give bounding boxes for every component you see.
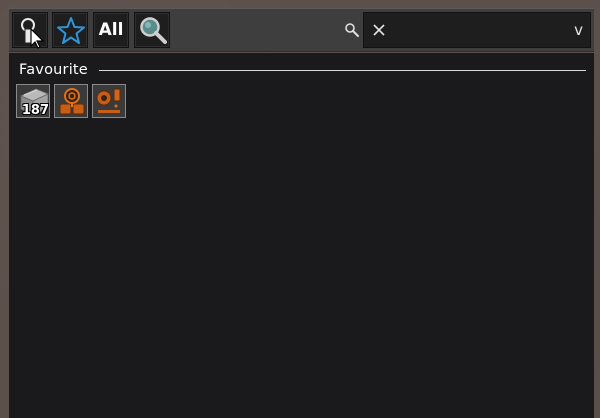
close-icon[interactable] [372,23,386,37]
pipette-button[interactable] [12,12,48,49]
search-box[interactable]: v [363,12,591,48]
search-mode-button[interactable] [134,12,170,48]
window-frame: All v Favourite 187 [0,0,600,418]
all-button[interactable]: All [93,12,129,48]
orange-component-icon [96,88,121,113]
items-panel: Favourite 187 [9,53,594,418]
magnifier-icon [140,17,167,44]
item-count: 187 [21,103,49,118]
item-slot[interactable]: 187 [16,84,50,118]
pipette-cursor-icon [21,18,45,49]
search-input[interactable] [394,17,558,45]
all-button-label: All [98,20,124,40]
toolbar: All v [9,8,594,52]
item-slot[interactable] [92,84,126,118]
search-icon [345,23,359,37]
star-icon [57,17,85,44]
favourites-button[interactable] [52,12,88,48]
item-slot[interactable] [54,84,88,118]
section-title: Favourite [19,62,88,78]
search-dropdown-toggle[interactable]: v [574,21,583,39]
orange-machine-icon [59,88,85,115]
section-divider [99,70,586,71]
